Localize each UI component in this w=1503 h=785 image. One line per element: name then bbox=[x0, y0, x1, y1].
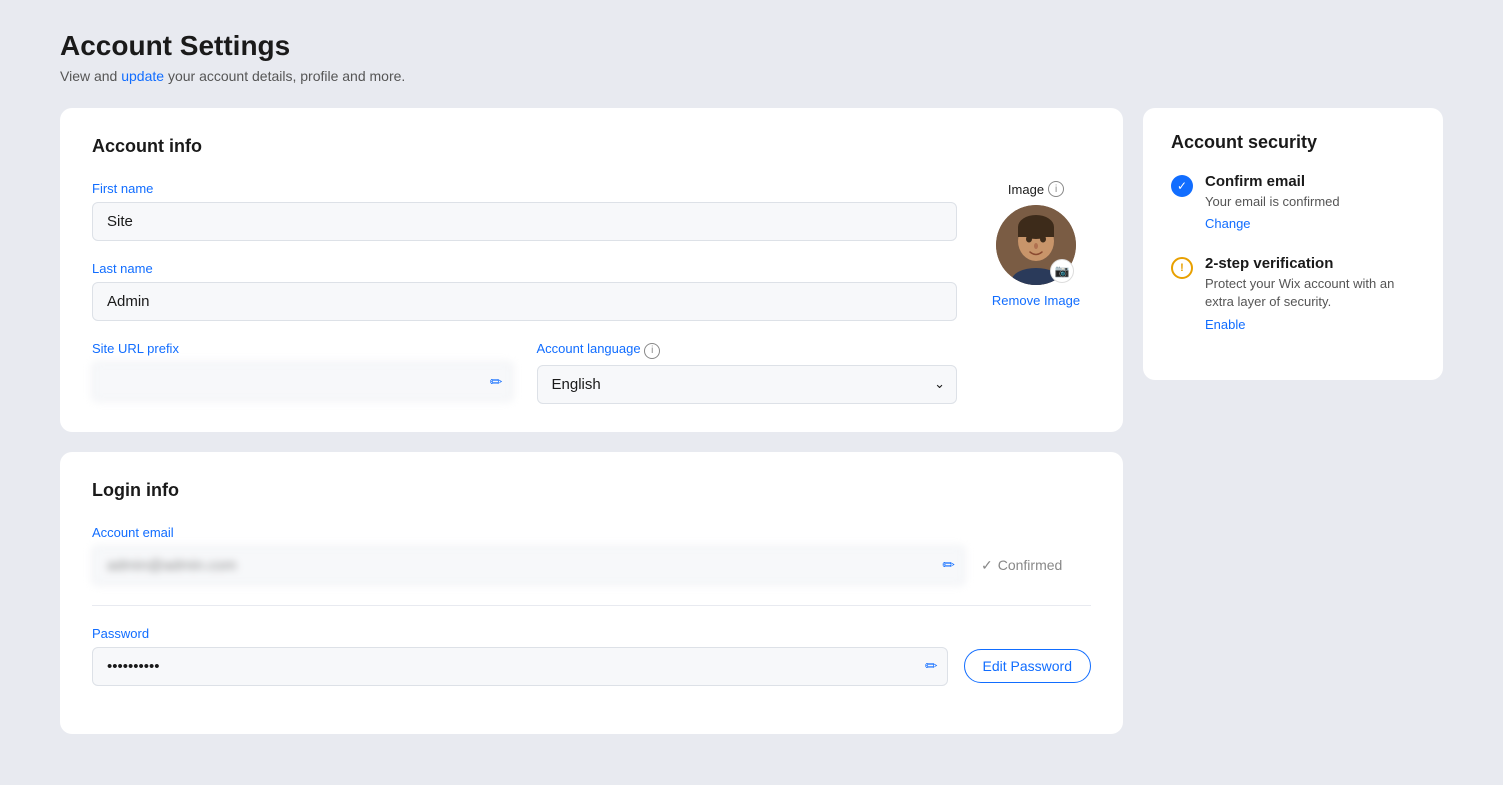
confirm-email-change-link[interactable]: Change bbox=[1205, 216, 1251, 231]
account-security-title: Account security bbox=[1171, 132, 1415, 153]
confirm-email-desc: Your email is confirmed bbox=[1205, 193, 1340, 211]
account-info-card: Account info First name Last name bbox=[60, 108, 1123, 432]
password-label: Password bbox=[92, 626, 1091, 641]
edit-password-button[interactable]: Edit Password bbox=[964, 649, 1091, 683]
page-title: Account Settings bbox=[60, 30, 1443, 62]
site-url-field: ✏ bbox=[92, 362, 513, 401]
subtitle-link[interactable]: update bbox=[121, 68, 164, 84]
camera-icon: 📷 bbox=[1055, 264, 1070, 278]
password-field-row: ✏ Edit Password bbox=[92, 647, 1091, 686]
confirm-email-content: Confirm email Your email is confirmed Ch… bbox=[1205, 173, 1340, 233]
email-edit-icon[interactable]: ✏ bbox=[942, 556, 955, 574]
divider bbox=[92, 605, 1091, 606]
first-name-input[interactable] bbox=[92, 202, 957, 241]
site-url-wrap: Site URL prefix ✏ bbox=[92, 341, 513, 404]
lang-label-text: Account language bbox=[537, 341, 641, 356]
two-step-enable-link[interactable]: Enable bbox=[1205, 317, 1245, 332]
security-item-two-step: ! 2-step verification Protect your Wix a… bbox=[1171, 255, 1415, 333]
last-name-label: Last name bbox=[92, 261, 957, 276]
account-language-wrap: Account language i English French German… bbox=[537, 341, 958, 404]
confirmed-label: Confirmed bbox=[998, 557, 1063, 573]
first-name-row: First name bbox=[92, 181, 957, 241]
main-column: Account info First name Last name bbox=[60, 108, 1123, 734]
confirmed-check-icon: ✓ bbox=[981, 557, 993, 574]
two-step-title: 2-step verification bbox=[1205, 255, 1415, 272]
account-info-form: First name Last name Site URL prefix bbox=[92, 181, 1091, 404]
password-row-wrap: Password ✏ Edit Password bbox=[92, 626, 1091, 686]
image-section: Image i bbox=[981, 181, 1091, 308]
last-name-row: Last name bbox=[92, 261, 957, 321]
account-security-card: Account security ✓ Confirm email Your em… bbox=[1143, 108, 1443, 380]
confirm-email-icon: ✓ bbox=[1171, 175, 1193, 197]
image-info-icon[interactable]: i bbox=[1048, 181, 1064, 197]
account-info-fields: First name Last name Site URL prefix bbox=[92, 181, 957, 404]
language-select-wrap: English French German Spanish Portuguese… bbox=[537, 365, 958, 404]
two-step-warning-icon: ! bbox=[1171, 257, 1193, 279]
password-field-wrap: ✏ bbox=[92, 647, 948, 686]
site-url-input[interactable] bbox=[92, 362, 513, 401]
last-name-input[interactable] bbox=[92, 282, 957, 321]
account-info-title: Account info bbox=[92, 136, 1091, 157]
camera-button[interactable]: 📷 bbox=[1050, 259, 1074, 283]
login-info-title: Login info bbox=[92, 480, 1091, 501]
two-step-content: 2-step verification Protect your Wix acc… bbox=[1205, 255, 1415, 333]
first-name-label: First name bbox=[92, 181, 957, 196]
language-select[interactable]: English French German Spanish Portuguese bbox=[537, 365, 958, 404]
email-field-row: ✏ ✓ Confirmed bbox=[92, 546, 1091, 585]
main-layout: Account info First name Last name bbox=[60, 108, 1443, 734]
confirm-email-title: Confirm email bbox=[1205, 173, 1340, 190]
account-language-info-icon[interactable]: i bbox=[644, 343, 660, 359]
url-lang-row: Site URL prefix ✏ Account language i bbox=[92, 341, 957, 404]
image-label-text: Image bbox=[1008, 182, 1044, 197]
confirmed-badge: ✓ Confirmed bbox=[981, 557, 1091, 574]
password-edit-icon[interactable]: ✏ bbox=[925, 657, 938, 675]
two-step-desc: Protect your Wix account with an extra l… bbox=[1205, 275, 1415, 311]
image-label: Image i bbox=[1008, 181, 1064, 197]
account-email-row: Account email ✏ ✓ Confirmed bbox=[92, 525, 1091, 585]
site-url-label: Site URL prefix bbox=[92, 341, 513, 356]
avatar-wrapper: 📷 bbox=[996, 205, 1076, 285]
account-email-label: Account email bbox=[92, 525, 1091, 540]
email-field-wrap: ✏ bbox=[92, 546, 965, 585]
password-input[interactable] bbox=[92, 647, 948, 686]
account-email-input[interactable] bbox=[92, 546, 965, 585]
site-url-edit-icon[interactable]: ✏ bbox=[490, 373, 503, 391]
remove-image-button[interactable]: Remove Image bbox=[992, 293, 1080, 308]
security-item-confirm-email: ✓ Confirm email Your email is confirmed … bbox=[1171, 173, 1415, 233]
page-subtitle: View and update your account details, pr… bbox=[60, 68, 1443, 84]
account-language-label: Account language i bbox=[537, 341, 958, 359]
login-info-card: Login info Account email ✏ ✓ Confirmed bbox=[60, 452, 1123, 734]
